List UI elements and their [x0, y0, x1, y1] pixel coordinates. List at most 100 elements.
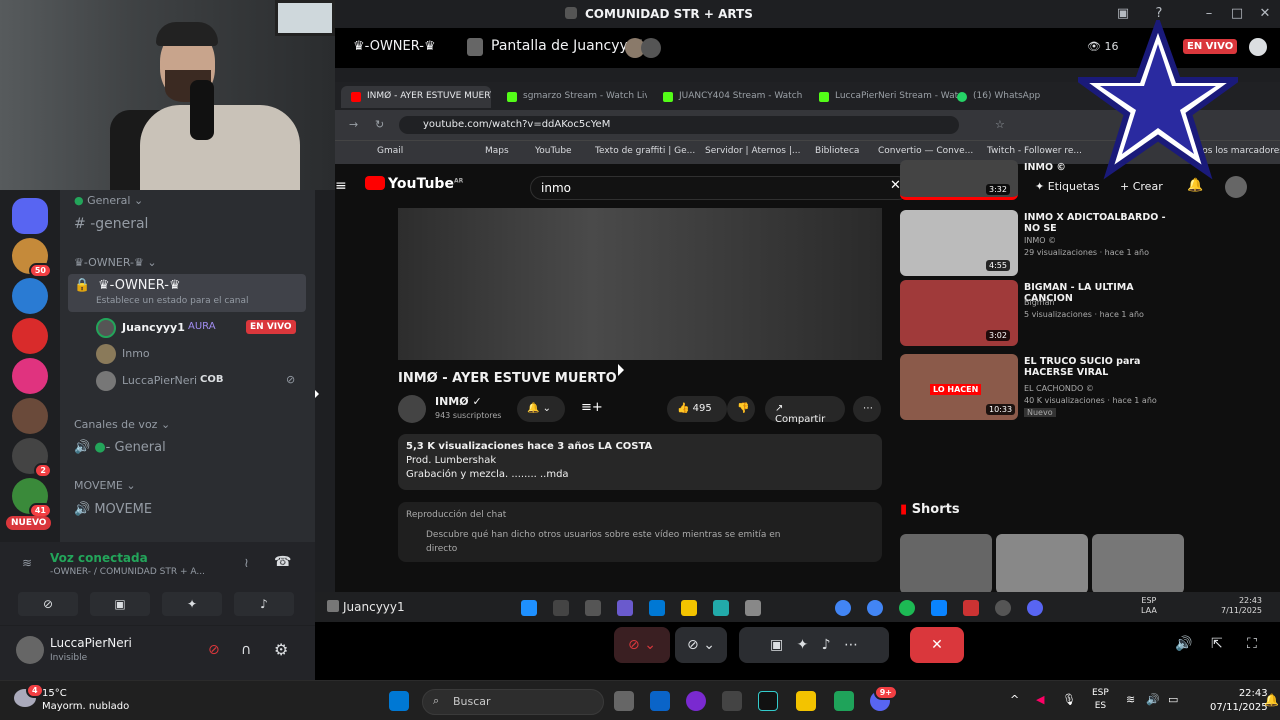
- windows-start-icon[interactable]: [389, 691, 409, 711]
- bookmark-graffiti[interactable]: Texto de graffiti | Ge...: [595, 146, 695, 156]
- app-icon[interactable]: [834, 691, 854, 711]
- tiktok-icon[interactable]: [758, 691, 778, 711]
- popout-icon[interactable]: ⇱: [1211, 636, 1223, 652]
- category-voice[interactable]: Canales de voz ⌄: [74, 418, 170, 431]
- avatar[interactable]: [16, 636, 44, 664]
- battery-icon[interactable]: ▭: [1168, 693, 1178, 706]
- activities-button[interactable]: ✦: [162, 592, 222, 616]
- bookmark-star-icon[interactable]: ☆: [995, 118, 1005, 131]
- tab-kick-lucca[interactable]: LuccaPierNeri Stream - Watch: [809, 86, 959, 108]
- tray-mic-icon[interactable]: 🎙: [1062, 693, 1076, 706]
- leave-call-button[interactable]: ✕: [910, 627, 964, 663]
- bookmark-maps[interactable]: Maps: [485, 146, 509, 156]
- back-icon[interactable]: →: [349, 118, 358, 131]
- url-field[interactable]: youtube.com/watch?v=ddAKoc5cYeM: [399, 116, 959, 134]
- chat-icon[interactable]: [1249, 38, 1267, 56]
- store-icon[interactable]: [722, 691, 742, 711]
- volume-icon[interactable]: 🔊: [1146, 693, 1160, 706]
- voice-location[interactable]: -OWNER- / COMUNIDAD STR + A...: [50, 567, 205, 577]
- camera-toggle[interactable]: ⊘ ⌄: [675, 627, 727, 663]
- dislike-button[interactable]: 👎: [727, 396, 755, 422]
- weather-widget[interactable]: 15°C Mayorm. nublado: [42, 687, 129, 713]
- bookmark-convertio[interactable]: Convertio — Conve...: [878, 146, 973, 156]
- share-button[interactable]: ↗ Compartir: [765, 396, 845, 425]
- subscribe-bell-button[interactable]: 🔔 ⌄: [517, 396, 565, 422]
- camera-off-button[interactable]: ⊘: [18, 592, 78, 616]
- save-to-playlist-icon[interactable]: ≡+: [581, 400, 603, 415]
- fullscreen-icon[interactable]: ⛶: [1247, 636, 1257, 652]
- voice-user[interactable]: Inmo: [96, 344, 306, 364]
- voice-user[interactable]: Juancyyy1 AURA EN VIVO: [96, 318, 306, 338]
- video-description[interactable]: 5,3 K visualizaciones hace 3 años LA COS…: [398, 434, 882, 490]
- voice-channel-general[interactable]: 🔊 ●- General: [74, 440, 166, 455]
- more-actions-button[interactable]: ⋯: [853, 396, 881, 422]
- tray-chevron-icon[interactable]: ^: [1010, 693, 1019, 706]
- short-thumbnail[interactable]: [996, 534, 1088, 594]
- server-icon[interactable]: [12, 318, 48, 354]
- bookmark-aternos[interactable]: Servidor | Aternos |...: [705, 146, 800, 156]
- stream-channel[interactable]: ♛-OWNER-♛: [353, 39, 436, 54]
- voice-user[interactable]: LuccaPierNeri COB ⊘: [96, 371, 306, 391]
- bookmark-gmail[interactable]: Gmail: [377, 146, 403, 156]
- channel-avatar[interactable]: [398, 395, 426, 423]
- noise-suppression-icon[interactable]: ≀: [244, 556, 249, 571]
- tray-app-icon[interactable]: ◀: [1036, 693, 1044, 706]
- short-thumbnail[interactable]: [1092, 534, 1184, 594]
- category-owner[interactable]: ♛-OWNER-♛ ⌄: [74, 256, 157, 269]
- notifications-icon[interactable]: 🔔: [1264, 693, 1279, 707]
- disconnect-icon[interactable]: ☎: [274, 554, 291, 570]
- volume-icon[interactable]: 🔊: [1175, 636, 1192, 652]
- owner-channel[interactable]: 🔒 ♛-OWNER-♛ Establece un estado para el …: [68, 274, 306, 312]
- category-general[interactable]: ● General ⌄: [74, 194, 143, 207]
- server-icon-star[interactable]: [12, 198, 48, 234]
- user-name[interactable]: LuccaPierNeri: [50, 636, 132, 650]
- tab-youtube[interactable]: INMØ - AYER ESTUVE MUERTO: [341, 86, 491, 108]
- channel-general[interactable]: # -general: [74, 216, 148, 232]
- tab-whatsapp[interactable]: (16) WhatsApp: [947, 86, 1077, 108]
- taskbar-clock[interactable]: 22:43 07/11/2025: [1210, 687, 1268, 715]
- voice-channel-moveme[interactable]: 🔊 MOVEME: [74, 502, 152, 517]
- server-icon[interactable]: [12, 398, 48, 434]
- discord-icon[interactable]: 9+: [870, 685, 898, 711]
- video-player[interactable]: [398, 208, 882, 360]
- mic-muted-icon[interactable]: ⊘: [208, 642, 220, 658]
- server-icon[interactable]: 50: [12, 238, 52, 278]
- screen-share-button[interactable]: ▣: [90, 592, 150, 616]
- app-icon[interactable]: [686, 691, 706, 711]
- short-thumbnail[interactable]: [900, 534, 992, 594]
- taskbar-search[interactable]: ⌕ Buscar: [422, 689, 604, 715]
- menu-icon[interactable]: ≡: [335, 178, 347, 194]
- input-language[interactable]: ESP ES: [1092, 687, 1109, 713]
- youtube-logo[interactable]: YouTubeAR: [365, 176, 463, 192]
- server-icon[interactable]: [12, 278, 48, 314]
- server-icon[interactable]: [12, 358, 48, 394]
- channel-name[interactable]: INMØ ✓: [435, 395, 482, 408]
- tab-kick-juancy[interactable]: JUANCY404 Stream - Watch: [653, 86, 803, 108]
- recommendation-item[interactable]: 3:02 BIGMAN - LA ULTIMA CANCION Bigman 5…: [900, 280, 1190, 350]
- weather-cloud-icon[interactable]: 4: [14, 683, 44, 707]
- server-icon[interactable]: 2: [12, 438, 52, 478]
- soundboard-button[interactable]: ♪: [234, 592, 294, 616]
- youtube-search-input[interactable]: inmo: [530, 176, 910, 200]
- headphones-icon[interactable]: ∩: [241, 642, 251, 658]
- task-view-icon[interactable]: [614, 691, 634, 711]
- outlook-icon[interactable]: [650, 691, 670, 711]
- recommendation-item[interactable]: 4:55 INMO X ADICTOALBARDO - NO SE INMO ©…: [900, 210, 1190, 280]
- close-icon[interactable]: ✕: [1257, 6, 1273, 22]
- channel-status[interactable]: Establece un estado para el canal: [96, 296, 249, 306]
- bookmark-youtube[interactable]: YouTube: [535, 146, 572, 156]
- signal-icon[interactable]: ≋: [22, 556, 32, 570]
- recommendation-item[interactable]: LO HACEN 10:33 EL TRUCO SUCIO para HACER…: [900, 354, 1190, 424]
- server-icon[interactable]: 41: [12, 478, 52, 518]
- reload-icon[interactable]: ↻: [375, 118, 384, 131]
- share-activities-group[interactable]: ▣ ✦ ♪ ⋯: [739, 627, 889, 663]
- bookmark-biblioteca[interactable]: Biblioteca: [815, 146, 859, 156]
- tab-kick-sgmarzo[interactable]: sgmarzo Stream - Watch Live: [497, 86, 647, 108]
- settings-gear-icon[interactable]: ⚙: [274, 640, 288, 659]
- mic-mute-toggle[interactable]: ⊘ ⌄: [614, 627, 670, 663]
- wifi-icon[interactable]: ≋: [1126, 693, 1135, 706]
- bookmark-twitch[interactable]: Twitch - Follower re...: [987, 146, 1082, 156]
- like-button[interactable]: 👍 495: [667, 396, 727, 422]
- category-moveme[interactable]: MOVEME ⌄: [74, 479, 136, 492]
- file-explorer-icon[interactable]: [796, 691, 816, 711]
